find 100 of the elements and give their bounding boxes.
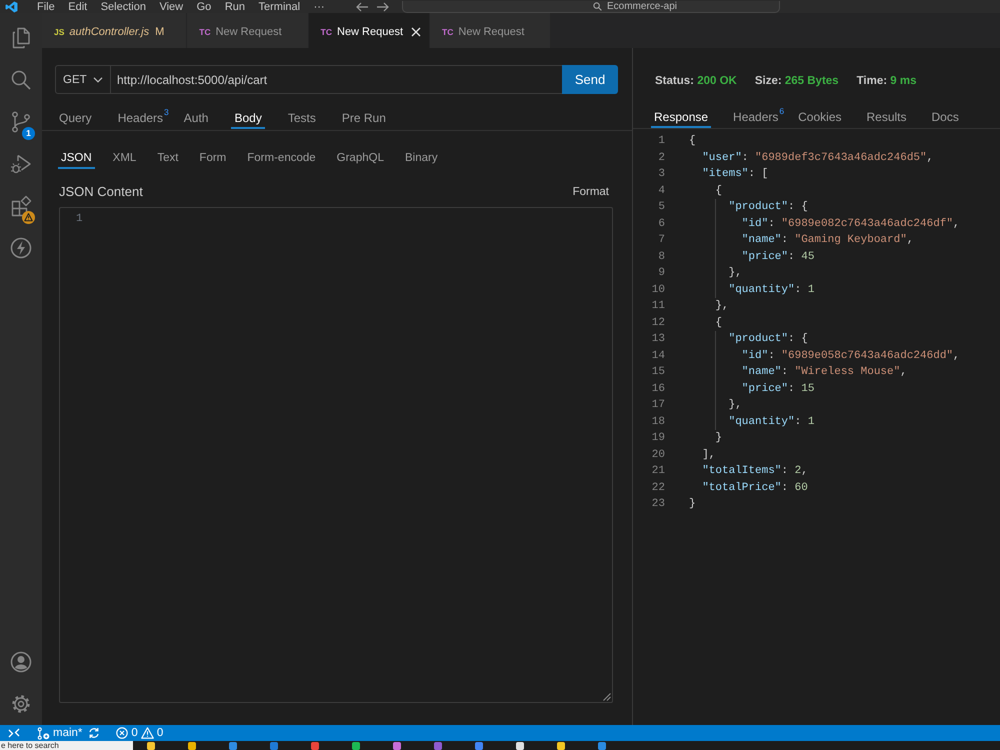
editor-tab[interactable]: TC New Request bbox=[187, 13, 308, 48]
menu-item[interactable]: Terminal bbox=[258, 0, 300, 12]
request-tab[interactable]: Pre Run bbox=[338, 108, 389, 129]
code-line: { bbox=[689, 134, 696, 149]
json-input-field[interactable]: 1 bbox=[59, 207, 613, 703]
code-line: "name": "Gaming Keyboard", bbox=[742, 233, 914, 248]
line-number: 19 bbox=[650, 431, 665, 446]
line-number: 20 bbox=[650, 448, 665, 462]
taskbar-app-icon[interactable] bbox=[188, 742, 196, 750]
response-tab[interactable]: Cookies bbox=[795, 107, 844, 128]
taskbar-app-icon[interactable] bbox=[270, 742, 278, 750]
menu-item[interactable]: Go bbox=[196, 0, 212, 12]
menu-item[interactable]: View bbox=[159, 0, 184, 12]
taskbar-app-icon[interactable] bbox=[434, 742, 442, 750]
code-line: "price": 45 bbox=[742, 250, 814, 264]
line-number: 10 bbox=[650, 282, 665, 298]
line-number: 8 bbox=[657, 250, 665, 264]
line-number: 16 bbox=[650, 382, 665, 396]
method-dropdown[interactable]: GET bbox=[55, 65, 111, 94]
taskbar-app-icon[interactable] bbox=[229, 742, 237, 750]
body-type-tab[interactable]: GraphQL bbox=[334, 148, 387, 169]
close-icon[interactable] bbox=[411, 27, 422, 37]
url-field[interactable]: http://localhost:5000/api/cart bbox=[111, 65, 562, 94]
taskbar-search-field[interactable]: e here to search bbox=[0, 741, 133, 750]
error-icon bbox=[116, 727, 128, 739]
body-type-tab[interactable]: XML bbox=[110, 148, 140, 169]
source-control-icon[interactable] bbox=[9, 110, 33, 134]
line-number: 17 bbox=[650, 398, 665, 413]
line-number: 7 bbox=[657, 233, 665, 248]
code-line: } bbox=[715, 431, 722, 446]
code-line: "name": "Wireless Mouse", bbox=[742, 365, 907, 380]
line-number: 14 bbox=[650, 348, 665, 364]
command-center-field[interactable]: Ecommerce-api bbox=[402, 0, 780, 12]
response-tab[interactable]: Docs bbox=[928, 107, 962, 128]
code-line: { bbox=[715, 316, 722, 330]
line-number: 21 bbox=[650, 464, 665, 479]
response-stat: Status: 200 OK bbox=[655, 75, 737, 87]
back-arrow-icon[interactable] bbox=[355, 2, 369, 12]
chevron-down-icon bbox=[93, 76, 103, 82]
taskbar-app-icon[interactable] bbox=[516, 742, 524, 750]
problems-button[interactable]: 0 0 bbox=[116, 725, 164, 741]
editor-tab[interactable]: TC New Request bbox=[308, 13, 430, 48]
menu-item[interactable]: ··· bbox=[314, 0, 325, 12]
request-tab[interactable]: Query bbox=[56, 108, 95, 129]
taskbar-app-icon[interactable] bbox=[598, 742, 606, 750]
menu-item[interactable]: Run bbox=[224, 0, 245, 12]
lightning-icon[interactable] bbox=[9, 236, 33, 260]
editor-tab[interactable]: JS authController.js M bbox=[42, 13, 186, 48]
line-number: 11 bbox=[650, 299, 665, 314]
file-type-label: TC bbox=[320, 27, 332, 37]
menu-item[interactable]: Edit bbox=[68, 0, 88, 12]
taskbar-app-icon[interactable] bbox=[311, 742, 319, 750]
editor-tab[interactable]: TC New Request bbox=[430, 13, 550, 48]
body-type-tab[interactable]: JSON bbox=[58, 148, 95, 169]
taskbar-app-icon[interactable] bbox=[393, 742, 401, 750]
body-type-tab[interactable]: Binary bbox=[402, 148, 441, 169]
taskbar-app-icon[interactable] bbox=[557, 742, 565, 750]
branch-button[interactable]: main* bbox=[37, 725, 82, 741]
app-logo-icon bbox=[5, 0, 18, 12]
code-line: } bbox=[689, 497, 696, 512]
remote-icon[interactable] bbox=[8, 727, 20, 739]
menu-item[interactable]: File bbox=[37, 0, 55, 12]
send-button[interactable]: Send bbox=[562, 65, 618, 94]
code-line: "quantity": 1 bbox=[728, 282, 814, 298]
line-number: 12 bbox=[650, 316, 665, 330]
line-number: 1 bbox=[657, 134, 665, 149]
line-number: 23 bbox=[650, 497, 665, 512]
account-icon[interactable] bbox=[9, 650, 33, 674]
menu-item[interactable]: Selection bbox=[100, 0, 146, 12]
code-line: }, bbox=[728, 266, 742, 281]
body-type-tab[interactable]: Form-encode bbox=[244, 148, 319, 169]
line-number: 5 bbox=[657, 200, 665, 215]
search-icon[interactable] bbox=[9, 68, 33, 92]
section-title: JSON Content bbox=[59, 184, 143, 199]
request-tab[interactable]: Tests bbox=[284, 108, 319, 129]
code-line: "totalPrice": 60 bbox=[702, 480, 808, 496]
search-icon bbox=[593, 2, 602, 10]
line-number: 1 bbox=[76, 212, 83, 227]
response-stat: Time: 9 ms bbox=[856, 75, 916, 87]
count-label: 6 bbox=[779, 106, 784, 116]
run-debug-icon[interactable] bbox=[9, 152, 33, 176]
file-type-label: TC bbox=[199, 27, 211, 37]
body-type-tab[interactable]: Form bbox=[196, 148, 230, 169]
taskbar-app-icon[interactable] bbox=[147, 742, 155, 750]
request-tab[interactable]: Auth bbox=[180, 108, 212, 129]
git-status-label: M bbox=[155, 26, 166, 38]
format-button[interactable]: Format bbox=[572, 186, 609, 198]
code-line: "price": 15 bbox=[742, 382, 814, 396]
line-number: 3 bbox=[657, 167, 665, 182]
taskbar-app-icon[interactable] bbox=[352, 742, 360, 750]
file-type-label: JS bbox=[54, 27, 64, 37]
resize-handle-icon[interactable] bbox=[603, 693, 611, 701]
warning-icon bbox=[140, 727, 154, 739]
response-tab[interactable]: Results bbox=[864, 107, 910, 128]
forward-arrow-icon[interactable] bbox=[376, 2, 390, 12]
taskbar-app-icon[interactable] bbox=[475, 742, 483, 750]
body-type-tab[interactable]: Text bbox=[154, 148, 182, 169]
extensions-icon[interactable] bbox=[9, 194, 33, 218]
sync-icon[interactable] bbox=[88, 727, 100, 739]
line-number: 6 bbox=[657, 216, 665, 232]
